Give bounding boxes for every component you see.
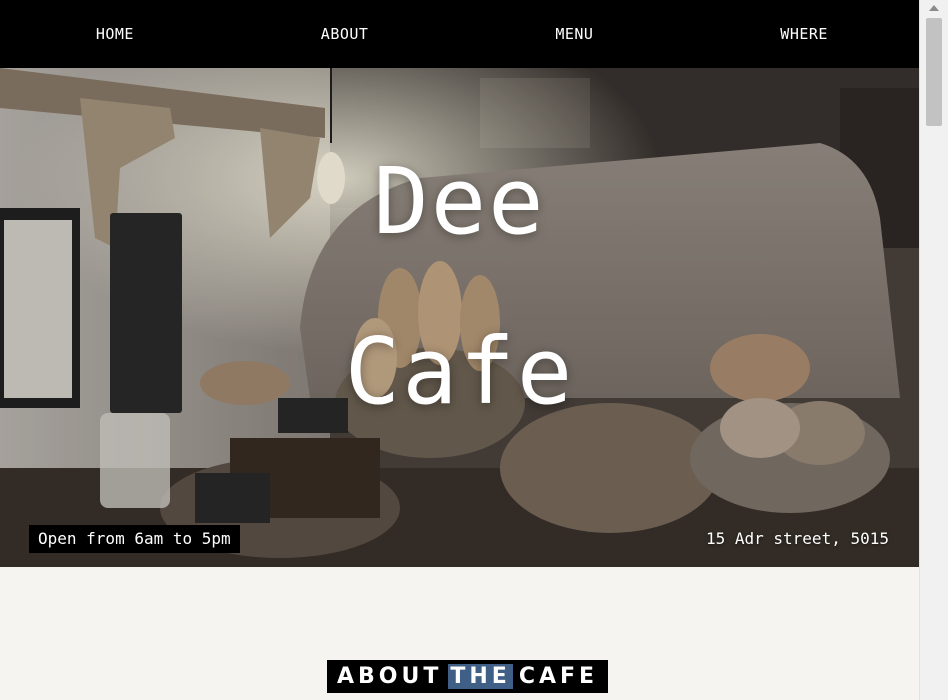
about-section-heading: ABOUT THE CAFE: [327, 660, 609, 693]
hero-title-line1: Dee: [373, 148, 546, 255]
nav-link-menu[interactable]: MENU: [514, 25, 634, 43]
address: 15 Adr street, 5015: [705, 529, 889, 548]
about-heading-word-the: THE: [448, 664, 513, 689]
about-heading-word-cafe: CAFE: [518, 664, 599, 689]
hero-banner: Dee Cafe Open from 6am to 5pm 15 Adr str…: [0, 68, 919, 567]
vertical-scrollbar[interactable]: [919, 0, 948, 700]
scroll-up-arrow-icon[interactable]: [920, 0, 948, 16]
nav-link-about[interactable]: ABOUT: [285, 25, 405, 43]
opening-hours: Open from 6am to 5pm: [29, 525, 240, 553]
page: HOME ABOUT MENU WHERE Dee Cafe Open from…: [0, 0, 919, 700]
nav-link-where[interactable]: WHERE: [744, 25, 864, 43]
hero-title-line2: Cafe: [344, 318, 575, 425]
scrollbar-thumb[interactable]: [926, 18, 942, 126]
nav-link-home[interactable]: HOME: [55, 25, 175, 43]
top-navigation: HOME ABOUT MENU WHERE: [0, 0, 919, 68]
about-heading-word-about: ABOUT: [337, 664, 443, 689]
